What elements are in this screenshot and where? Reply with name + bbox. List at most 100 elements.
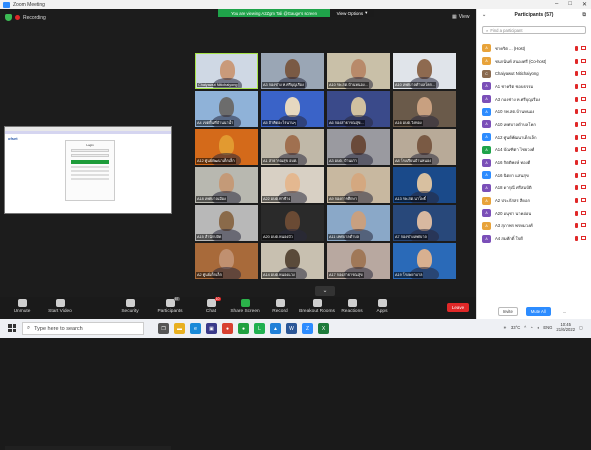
participant-row[interactable]: A A4 สมศักดิ์ ใจดี bbox=[477, 232, 591, 245]
store-icon[interactable]: ▣ bbox=[206, 323, 217, 334]
video-tile[interactable]: A4 เขตพื้นที่บ้านนาน้ำ bbox=[195, 91, 258, 127]
security-shield-icon bbox=[5, 14, 12, 21]
word-icon[interactable]: W bbox=[286, 323, 297, 334]
chrome-icon[interactable]: ● bbox=[222, 323, 233, 334]
participant-video-face bbox=[351, 173, 366, 193]
weather-icon[interactable]: ☀ bbox=[503, 325, 507, 330]
apps-button[interactable]: Apps bbox=[364, 299, 400, 314]
participant-row[interactable]: A A16 กิตติพงษ์ ทองดี bbox=[477, 156, 591, 169]
video-tile[interactable]: A12 ศูนย์พัฒนาเด็กเล็ก bbox=[195, 129, 258, 165]
file-explorer-icon[interactable]: ▬ bbox=[174, 323, 185, 334]
participant-row[interactable]: A ชนกนันท์ สนองศรี (Co-host) bbox=[477, 55, 591, 68]
start-video-button[interactable]: Start Video bbox=[42, 299, 78, 314]
video-tile[interactable]: A8 โรงเรียนบ้านหนอง bbox=[393, 129, 456, 165]
video-tile[interactable]: A18 เทศบาลเมือง bbox=[195, 167, 258, 203]
participant-row[interactable]: A A18 ดารุณี ศรีสมบัติ bbox=[477, 182, 591, 195]
tray-chevron-icon[interactable]: ^ bbox=[524, 325, 526, 330]
reactions-label: Reactions bbox=[341, 309, 363, 314]
chevron-down-icon[interactable]: ⌄ bbox=[482, 12, 486, 18]
view-options-button[interactable]: View Options ▾ bbox=[330, 9, 374, 17]
participant-row[interactable]: A A16 นิตยา แสนสุข bbox=[477, 169, 591, 182]
video-tile[interactable]: A3 กองช่าง ท.ศรีบุญเรือง bbox=[261, 53, 324, 89]
video-tile[interactable]: A3 อบต. บ้านเก่า bbox=[327, 129, 390, 165]
line-icon[interactable]: L bbox=[254, 323, 265, 334]
participant-row[interactable]: A A3 กองช่าง ท.ศรีบุญเรือง bbox=[477, 93, 591, 106]
language-indicator[interactable]: ENG bbox=[543, 325, 552, 330]
excel-icon[interactable]: X bbox=[318, 323, 329, 334]
participant-row[interactable]: C Chaiyawut Nitichaiyong bbox=[477, 67, 591, 80]
volume-icon[interactable]: ◖ bbox=[537, 325, 540, 330]
share-screen-button[interactable]: Share Screen bbox=[227, 299, 263, 314]
participant-row[interactable]: A A20 อนุชา นาคอ่อน bbox=[477, 207, 591, 220]
shared-screen[interactable]: ofset Login bbox=[4, 126, 172, 450]
chrome-2-icon[interactable]: ● bbox=[238, 323, 249, 334]
participant-row[interactable]: A ชาคริต ... (Host) bbox=[477, 42, 591, 55]
participant-row[interactable]: A A3 สุภาพร พรหมวงศ์ bbox=[477, 220, 591, 233]
edge-icon[interactable]: e bbox=[190, 323, 201, 334]
participant-row[interactable]: A A14 บัณฑิตา ไชยวงศ์ bbox=[477, 144, 591, 157]
participant-video-face bbox=[351, 135, 366, 155]
participant-search-input[interactable]: ⌕ Find a participant bbox=[482, 26, 586, 34]
chat-button[interactable]: 10 Chat bbox=[193, 297, 229, 314]
video-tile[interactable]: A19 โรงพยาบาล bbox=[393, 243, 456, 279]
video-tile[interactable]: A20 อบต.หนองบัว bbox=[261, 205, 324, 241]
video-tile[interactable]: A9 กองการศึกษา bbox=[327, 167, 390, 203]
participant-video-face bbox=[219, 97, 234, 117]
popout-icon[interactable]: ⧉ bbox=[582, 12, 586, 18]
system-tray: ☀ 33°C ^ ◔ ◖ ENG 10:45 21/6/2022 ▢ bbox=[503, 322, 583, 332]
mute-all-button[interactable]: Mute All bbox=[525, 307, 551, 316]
participant-row[interactable]: A A12 ศูนย์พัฒนาเด็กเล็ก bbox=[477, 131, 591, 144]
video-tile[interactable]: A13 รพ.สต.นาโพธิ์ bbox=[393, 167, 456, 203]
video-tile[interactable]: A14 อบต.หนองแวง bbox=[261, 243, 324, 279]
recording-indicator[interactable]: Recording bbox=[5, 14, 46, 21]
notifications-icon[interactable]: ▢ bbox=[579, 325, 583, 330]
more-participants-button[interactable]: ⌄ bbox=[315, 286, 335, 296]
participant-row[interactable]: A A2 ประภัสสร สีดอก bbox=[477, 194, 591, 207]
video-tile[interactable]: A10 เทศบาลตำบลโคก... bbox=[393, 53, 456, 89]
participant-row[interactable]: A A10 เทศบาลตำบลโคก bbox=[477, 118, 591, 131]
video-tile[interactable]: A10 รพ.สต.บ้านหนอง... bbox=[327, 53, 390, 89]
video-tile[interactable]: A6 กองสาธารณสุข... bbox=[327, 91, 390, 127]
video-tile[interactable]: A7 กองช่างเทศบาล bbox=[393, 205, 456, 241]
weather-temp[interactable]: 33°C bbox=[511, 325, 520, 330]
taskbar-search-input[interactable]: ⌕ Type here to search bbox=[22, 322, 144, 335]
video-tile[interactable]: A15 สำนักปลัด bbox=[195, 205, 258, 241]
network-icon[interactable]: ◔ bbox=[530, 325, 533, 330]
video-tile[interactable]: A17 กองสาธารณสุข bbox=[327, 243, 390, 279]
view-button[interactable]: ▦ View bbox=[452, 14, 469, 20]
participants-count: 57 bbox=[173, 297, 180, 301]
video-tile[interactable]: A16 อบต.วังทอง bbox=[393, 91, 456, 127]
video-off-icon bbox=[581, 210, 586, 215]
more-options-button[interactable]: ... bbox=[559, 308, 571, 315]
participants-button[interactable]: 57 Participants bbox=[152, 297, 188, 314]
task-view-icon[interactable]: ❐ bbox=[158, 323, 169, 334]
participant-row[interactable]: A A1 ชาคริต ชอบธรรม bbox=[477, 80, 591, 93]
security-button[interactable]: Security bbox=[112, 299, 148, 314]
close-icon[interactable]: ✕ bbox=[582, 1, 587, 8]
photos-icon[interactable]: ▲ bbox=[270, 323, 281, 334]
unmute-button[interactable]: Unmute bbox=[4, 299, 40, 314]
video-tile[interactable]: A5 ถ้าคิดอะไรนานๆ bbox=[261, 91, 324, 127]
login-username-field bbox=[71, 149, 109, 152]
microphone-muted-icon bbox=[575, 160, 578, 166]
taskbar-clock[interactable]: 10:45 21/6/2022 bbox=[556, 322, 575, 332]
video-tile[interactable]: A1 สาธารณสุข อบต. bbox=[261, 129, 324, 165]
breakout-rooms-button[interactable]: Breakout Rooms bbox=[295, 299, 339, 314]
participant-row[interactable]: A A10 รพ.สต.บ้านหนอง bbox=[477, 105, 591, 118]
record-button[interactable]: Record bbox=[262, 299, 298, 314]
login-option-row bbox=[71, 174, 109, 176]
video-off-icon bbox=[581, 45, 586, 50]
video-tile[interactable]: A22 อบต.ท่าช้าง bbox=[261, 167, 324, 203]
maximize-icon[interactable]: □ bbox=[568, 1, 572, 8]
login-option-row bbox=[71, 178, 109, 180]
zoom-icon[interactable]: Z bbox=[302, 323, 313, 334]
windows-start-icon[interactable] bbox=[8, 324, 16, 332]
video-tile[interactable]: A2 ศูนย์เด็กเล็ก bbox=[195, 243, 258, 279]
avatar: A bbox=[482, 95, 491, 104]
leave-button[interactable]: Leave bbox=[447, 303, 469, 312]
minimize-icon[interactable]: – bbox=[555, 1, 558, 8]
video-tile[interactable]: Chaiyawut Nitichaiyong bbox=[195, 53, 258, 89]
video-tile[interactable]: A11 เทศบาลตำบล bbox=[327, 205, 390, 241]
video-tile-name: A22 อบต.ท่าช้าง bbox=[262, 196, 292, 202]
invite-button[interactable]: Invite bbox=[497, 307, 518, 316]
